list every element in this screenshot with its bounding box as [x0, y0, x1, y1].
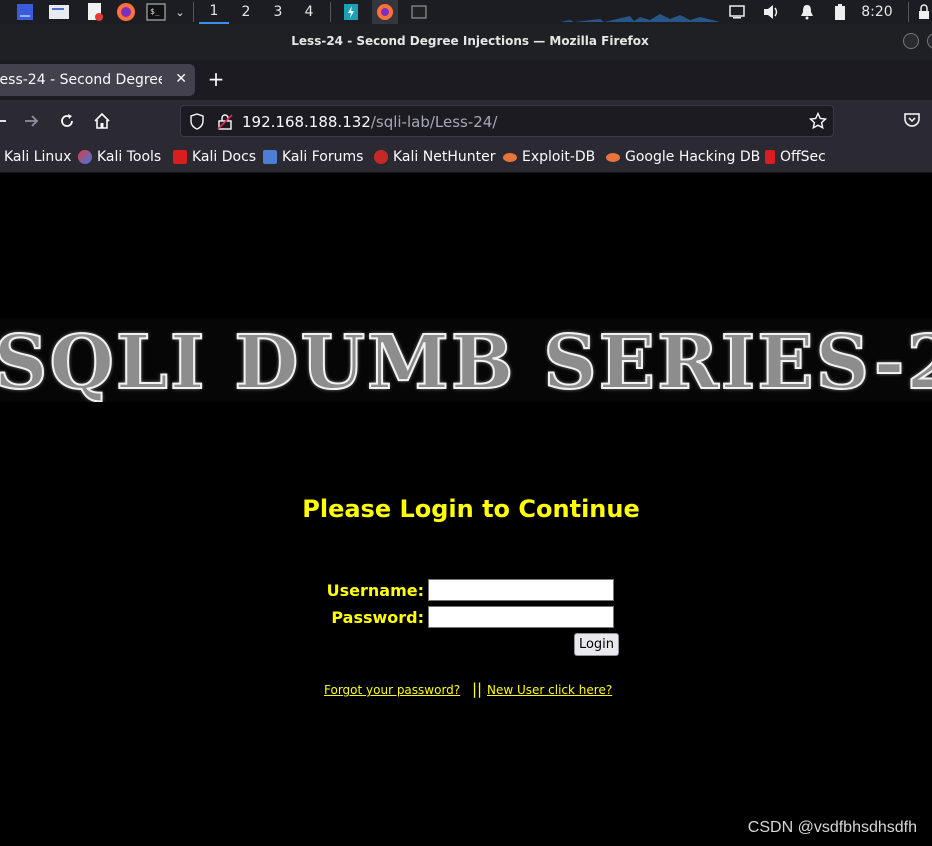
bookmark-label: Exploit-DB: [522, 149, 596, 165]
window-minimize-button[interactable]: [903, 33, 919, 49]
terminal-launcher-icon[interactable]: $_: [145, 0, 167, 24]
taskbar-separator: [908, 2, 909, 22]
battery-icon[interactable]: [831, 0, 849, 24]
tracking-shield-icon[interactable]: [189, 113, 205, 134]
lock-icon[interactable]: [916, 0, 932, 24]
banner-title: SQLI DUMB SERIES-24: [0, 319, 932, 402]
bookmark-label: Kali NetHunter: [393, 149, 496, 165]
bookmark-label: OffSec: [780, 149, 826, 165]
url-path: /sqli-lab/Less-24/: [370, 113, 498, 131]
bookmark-kali-nethunter[interactable]: Kali NetHunter: [374, 148, 495, 166]
login-button[interactable]: Login: [574, 633, 619, 656]
window-titlebar: Less-24 - Second Degree Injections — Moz…: [0, 24, 932, 60]
forward-arrow-icon[interactable]: [21, 111, 41, 131]
exploit-db-icon: [503, 152, 517, 162]
url-bar[interactable]: 192.168.188.132/sqli-lab/Less-24/: [180, 105, 834, 137]
bookmark-label: Google Hacking DB: [625, 149, 761, 165]
text-editor-icon[interactable]: [84, 0, 106, 24]
login-title: Please Login to Continue: [302, 495, 640, 523]
clock-text[interactable]: 8:20: [858, 0, 896, 24]
volume-icon[interactable]: [761, 0, 783, 24]
tab-bar: Less-24 - Second Degree Injections ✕: [0, 60, 932, 100]
notifications-bell-icon[interactable]: [797, 0, 817, 24]
bookmark-label: Kali Linux: [4, 149, 72, 165]
home-icon[interactable]: [92, 111, 112, 131]
reload-icon[interactable]: [57, 111, 77, 131]
offsec-icon: [765, 150, 775, 164]
bookmark-google-hacking-db[interactable]: Google Hacking DB: [606, 148, 760, 166]
kali-forums-icon: [263, 150, 277, 164]
taskbar-separator: [330, 2, 331, 22]
bookmark-exploit-db[interactable]: Exploit-DB: [503, 148, 595, 166]
bookmark-kali-linux[interactable]: Kali Linux: [0, 148, 71, 166]
bookmark-offsec[interactable]: OffSec: [765, 148, 826, 166]
password-input[interactable]: [428, 606, 614, 628]
file-manager-icon[interactable]: [46, 0, 72, 24]
terminal-window-icon[interactable]: [408, 0, 430, 24]
workspace-1[interactable]: 1: [199, 0, 229, 24]
display-icon[interactable]: [727, 0, 747, 24]
pocket-icon[interactable]: [902, 111, 922, 131]
page-banner: SQLI DUMB SERIES-24: [0, 318, 932, 402]
back-arrow-icon[interactable]: [0, 111, 10, 131]
new-user-link[interactable]: New User click here?: [487, 683, 612, 697]
workspace-2[interactable]: 2: [231, 0, 261, 24]
workspace-4[interactable]: 4: [294, 0, 324, 24]
kali-menu-icon[interactable]: [14, 0, 36, 24]
bookmark-label: Kali Forums: [282, 149, 364, 165]
csdn-watermark: CSDN @vsdfbhsdhsdfh: [747, 819, 917, 836]
launcher-chevron-down-icon[interactable]: ⌄: [172, 0, 188, 24]
tab-close-icon[interactable]: ✕: [175, 71, 187, 87]
taskbar-separator: [193, 2, 194, 22]
url-host: 192.168.188.132: [242, 113, 371, 131]
kali-tools-icon: [78, 150, 92, 164]
kali-nethunter-icon: [374, 150, 388, 164]
firefox-launcher-icon[interactable]: [114, 0, 138, 24]
svg-text:$_: $_: [150, 7, 160, 16]
bookmark-kali-forums[interactable]: Kali Forums: [263, 148, 363, 166]
insecure-lock-icon[interactable]: [217, 113, 233, 134]
tab-label: Less-24 - Second Degree Injections: [0, 72, 162, 88]
google-hacking-db-icon: [606, 152, 620, 162]
bookmark-label: Kali Tools: [97, 149, 162, 165]
app-window-icon[interactable]: [340, 0, 362, 24]
username-input[interactable]: [428, 579, 614, 601]
link-separator: ||: [472, 680, 483, 698]
firefox-window-icon[interactable]: [372, 0, 398, 24]
cpu-graph-icon: [560, 0, 720, 24]
desktop-taskbar: $_ ⌄ 1 2 3 4 8:20: [0, 0, 932, 24]
new-tab-button[interactable]: +: [205, 68, 227, 90]
forgot-password-link[interactable]: Forgot your password?: [324, 683, 460, 697]
tab-less-24[interactable]: Less-24 - Second Degree Injections ✕: [0, 64, 195, 96]
bookmark-kali-docs[interactable]: Kali Docs: [173, 148, 256, 166]
username-label: Username:: [326, 581, 424, 600]
bookmark-label: Kali Docs: [192, 149, 257, 165]
url-text[interactable]: 192.168.188.132/sqli-lab/Less-24/: [242, 113, 497, 131]
bookmark-kali-tools[interactable]: Kali Tools: [78, 148, 161, 166]
workspace-3[interactable]: 3: [263, 0, 293, 24]
bookmark-star-icon[interactable]: [808, 111, 828, 134]
kali-docs-icon: [173, 150, 187, 164]
password-label: Password:: [331, 608, 424, 627]
window-title: Less-24 - Second Degree Injections — Moz…: [291, 34, 649, 48]
